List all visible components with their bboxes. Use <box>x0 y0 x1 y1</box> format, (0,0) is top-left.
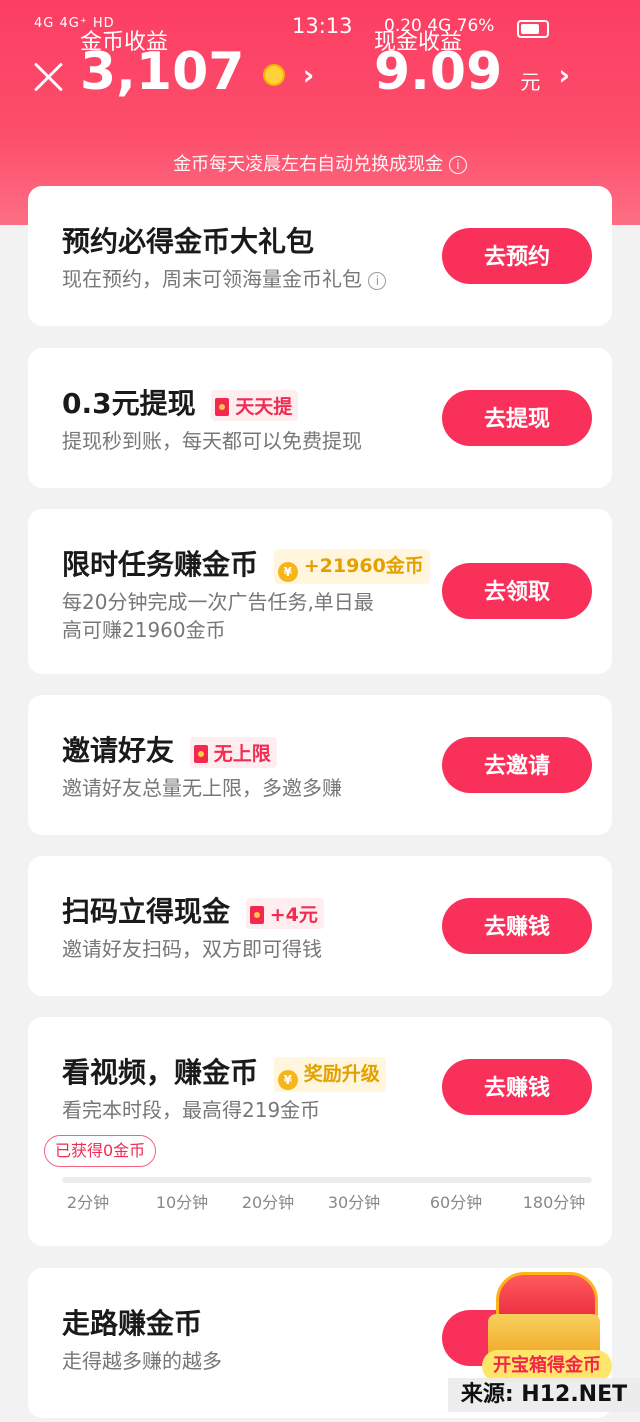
task-description-line-2: 高可赚21960金币 <box>62 618 226 642</box>
cash-unit: 元 <box>520 70 541 94</box>
claim-button[interactable]: 去领取 <box>442 563 592 619</box>
badge-text: 奖励升级 <box>303 1062 380 1085</box>
task-description: 看完本时段，最高得219金币 <box>62 1098 321 1122</box>
badge-text: 无上限 <box>213 742 271 765</box>
progress-tick: 30分钟 <box>327 1193 381 1212</box>
video-progress-track <box>62 1177 592 1183</box>
progress-tick: 180分钟 <box>522 1193 586 1212</box>
task-description: 提现秒到账，每天都可以免费提现 <box>62 429 362 453</box>
progress-tick: 20分钟 <box>241 1193 295 1212</box>
progress-status: 已获得0金币 <box>44 1135 157 1167</box>
coin-earnings[interactable]: 金币收益 3,107 › <box>80 24 314 134</box>
task-description-line-1: 每20分钟完成一次广告任务,单日最 <box>62 590 374 614</box>
task-title: 0.3元提现 <box>62 387 196 420</box>
exchange-notice-text: 金币每天凌晨左右自动兑换成现金 <box>173 154 444 175</box>
coin-icon <box>262 64 285 86</box>
close-icon[interactable] <box>32 60 66 94</box>
invite-button[interactable]: 去邀请 <box>442 737 592 793</box>
treasure-chest-widget[interactable]: 开宝箱得金币 <box>478 1262 618 1382</box>
info-icon[interactable]: i <box>448 156 467 174</box>
task-card-invite: 邀请好友 无上限 邀请好友总量无上限，多邀多赚 去邀请 <box>28 695 612 835</box>
cash-earnings[interactable]: 现金收益 9.09 元 › <box>374 24 574 134</box>
task-title-row: 扫码立得现金 +4元 <box>62 890 324 930</box>
task-card-limited: 限时任务赚金币 ¥ +21960金币 每20分钟完成一次广告任务,单日最 高可赚2… <box>28 509 612 674</box>
task-title-row: 0.3元提现 天天提 <box>62 382 299 422</box>
task-description-text: 现在预约，周末可领海量金币礼包 <box>62 267 362 291</box>
badge-text: +21960金币 <box>303 554 424 577</box>
task-title: 看视频，赚金币 <box>62 1056 259 1089</box>
source-watermark: 来源: H12.NET <box>448 1378 640 1412</box>
red-packet-icon <box>249 905 264 924</box>
task-title-row: 邀请好友 无上限 <box>62 729 277 769</box>
red-packet-icon <box>193 744 208 763</box>
task-title: 邀请好友 <box>62 734 175 767</box>
task-description: 现在预约，周末可领海量金币礼包 i <box>62 264 387 294</box>
progress-tick: 2分钟 <box>66 1193 110 1212</box>
cash-earnings-row: 9.09 元 › <box>374 42 570 102</box>
badge: +4元 <box>245 897 324 929</box>
task-title: 预约必得金币大礼包 <box>62 225 315 258</box>
badge-text: +4元 <box>269 903 318 926</box>
exchange-notice: 金币每天凌晨左右自动兑换成现金 i <box>0 150 640 176</box>
task-card-withdraw: 0.3元提现 天天提 提现秒到账，每天都可以免费提现 去提现 <box>28 348 612 488</box>
coin-earnings-value: 3,107 <box>80 42 245 102</box>
chevron-right-icon: › <box>558 58 571 92</box>
cash-earnings-value: 9.09 <box>374 42 503 102</box>
badge: 天天提 <box>211 389 299 421</box>
status-time: 13:13 <box>292 14 353 38</box>
badge: 无上限 <box>189 736 277 768</box>
task-card-scan: 扫码立得现金 +4元 邀请好友扫码，双方即可得钱 去赚钱 <box>28 856 612 996</box>
badge-text: 天天提 <box>235 395 293 418</box>
red-packet-icon <box>215 397 230 416</box>
task-card-reserve: 预约必得金币大礼包 现在预约，周末可领海量金币礼包 i 去预约 <box>28 186 612 326</box>
gold-coin-icon: ¥ <box>277 1069 298 1090</box>
chevron-right-icon: › <box>302 58 315 92</box>
earn-button[interactable]: 去赚钱 <box>442 898 592 954</box>
withdraw-button[interactable]: 去提现 <box>442 390 592 446</box>
badge: ¥ 奖励升级 <box>273 1056 386 1092</box>
badge: ¥ +21960金币 <box>273 548 430 584</box>
task-title: 扫码立得现金 <box>62 895 231 928</box>
earn-button[interactable]: 去赚钱 <box>442 1059 592 1115</box>
task-title: 限时任务赚金币 <box>62 548 259 581</box>
task-description: 走得越多赚的越多 <box>62 1349 222 1373</box>
reserve-button[interactable]: 去预约 <box>442 228 592 284</box>
progress-tick: 60分钟 <box>429 1193 483 1212</box>
coin-earnings-row: 3,107 › <box>80 42 314 102</box>
task-title-row: 限时任务赚金币 ¥ +21960金币 <box>62 543 430 584</box>
task-title-row: 看视频，赚金币 ¥ 奖励升级 <box>62 1051 386 1092</box>
progress-tick: 10分钟 <box>155 1193 209 1212</box>
task-card-video: 看视频，赚金币 ¥ 奖励升级 看完本时段，最高得219金币 去赚钱 已获得0金币 … <box>28 1017 612 1246</box>
task-description: 邀请好友扫码，双方即可得钱 <box>62 937 322 961</box>
info-icon[interactable]: i <box>368 271 387 290</box>
task-title: 走路赚金币 <box>62 1307 203 1340</box>
gold-coin-icon: ¥ <box>277 561 298 582</box>
task-description: 邀请好友总量无上限，多邀多赚 <box>62 776 342 800</box>
